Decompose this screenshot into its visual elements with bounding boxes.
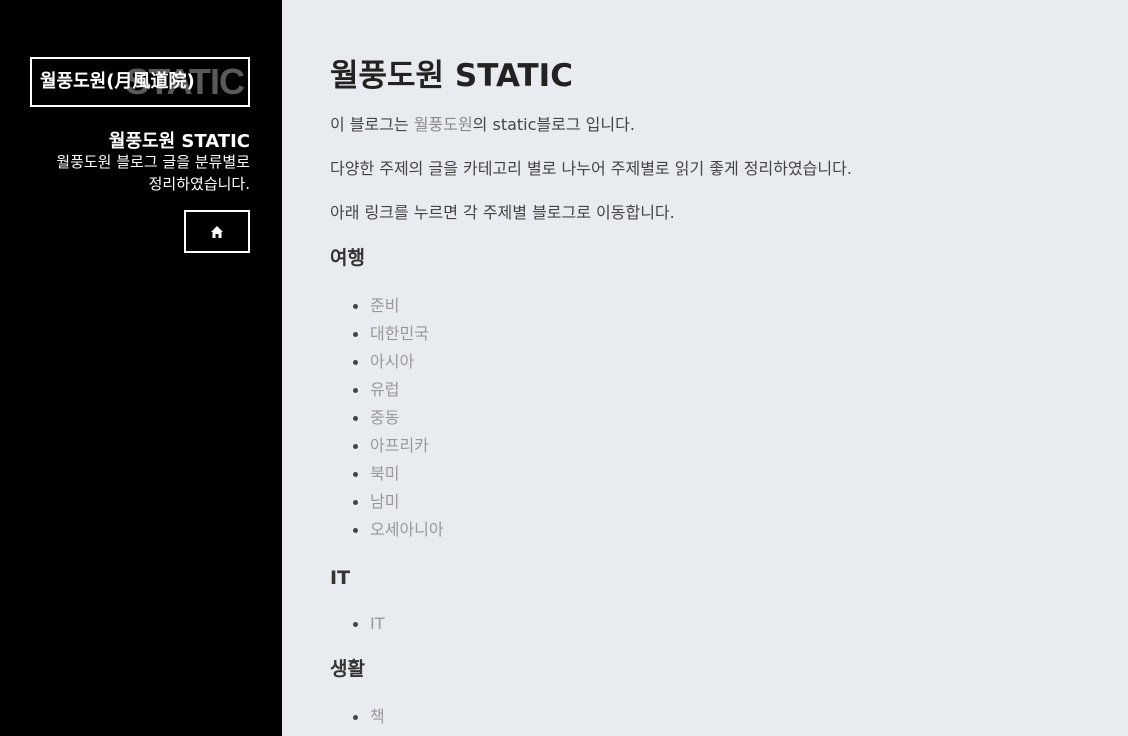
it-category-list: IT	[330, 610, 385, 638]
life-category-list: 책	[330, 703, 385, 731]
section-heading-it: IT	[330, 567, 351, 589]
travel-category-list: 준비 대한민국 아시아 유럽 중동 아프리카 북미 남미 오세아니아	[330, 292, 444, 544]
intro-paragraph: 이 블로그는 월풍도원의 static블로그 입니다.	[330, 114, 635, 136]
list-item: 아프리카	[330, 432, 444, 460]
list-item: 중동	[330, 404, 444, 432]
category-link[interactable]: 중동	[370, 408, 399, 427]
home-button[interactable]	[184, 210, 250, 253]
list-item: 유럽	[330, 376, 444, 404]
list-item: 오세아니아	[330, 516, 444, 544]
logo-text: 월풍도원(月風道院)	[40, 71, 195, 92]
intro-suffix: 의 static블로그 입니다.	[472, 115, 635, 134]
list-item: 준비	[330, 292, 444, 320]
list-item: 북미	[330, 460, 444, 488]
intro-prefix: 이 블로그는	[330, 115, 414, 134]
list-item: 남미	[330, 488, 444, 516]
category-link[interactable]: 북미	[370, 464, 399, 483]
list-item: 아시아	[330, 348, 444, 376]
blog-link[interactable]: 월풍도원	[414, 115, 473, 134]
category-link[interactable]: 아프리카	[370, 436, 429, 455]
site-logo[interactable]: STATIC 월풍도원(月風道院)	[30, 57, 250, 107]
list-item: 책	[330, 703, 385, 731]
category-link[interactable]: 유럽	[370, 380, 399, 399]
category-link[interactable]: IT	[370, 614, 385, 633]
description-paragraph: 다양한 주제의 글을 카테고리 별로 나누어 주제별로 읽기 좋게 정리하였습니…	[330, 159, 852, 178]
instruction-paragraph: 아래 링크를 누르면 각 주제별 블로그로 이동합니다.	[330, 203, 675, 222]
home-icon	[211, 225, 223, 238]
list-item: 대한민국	[330, 320, 444, 348]
section-heading-life: 생활	[330, 658, 365, 680]
sidebar: STATIC 월풍도원(月風道院) 월풍도원 STATIC 월풍도원 블로그 글…	[0, 0, 282, 736]
category-link[interactable]: 책	[370, 707, 385, 726]
list-item: IT	[330, 610, 385, 638]
category-link[interactable]: 아시아	[370, 352, 414, 371]
category-link[interactable]: 대한민국	[370, 324, 429, 343]
sidebar-description: 월풍도원 블로그 글을 분류별로 정리하였습니다.	[56, 153, 250, 193]
category-link[interactable]: 남미	[370, 492, 399, 511]
category-link[interactable]: 오세아니아	[370, 520, 444, 539]
section-heading-travel: 여행	[330, 247, 365, 269]
sidebar-title: 월풍도원 STATIC	[108, 131, 250, 152]
category-link[interactable]: 준비	[370, 296, 399, 315]
page-title: 월풍도원 STATIC	[330, 58, 573, 94]
